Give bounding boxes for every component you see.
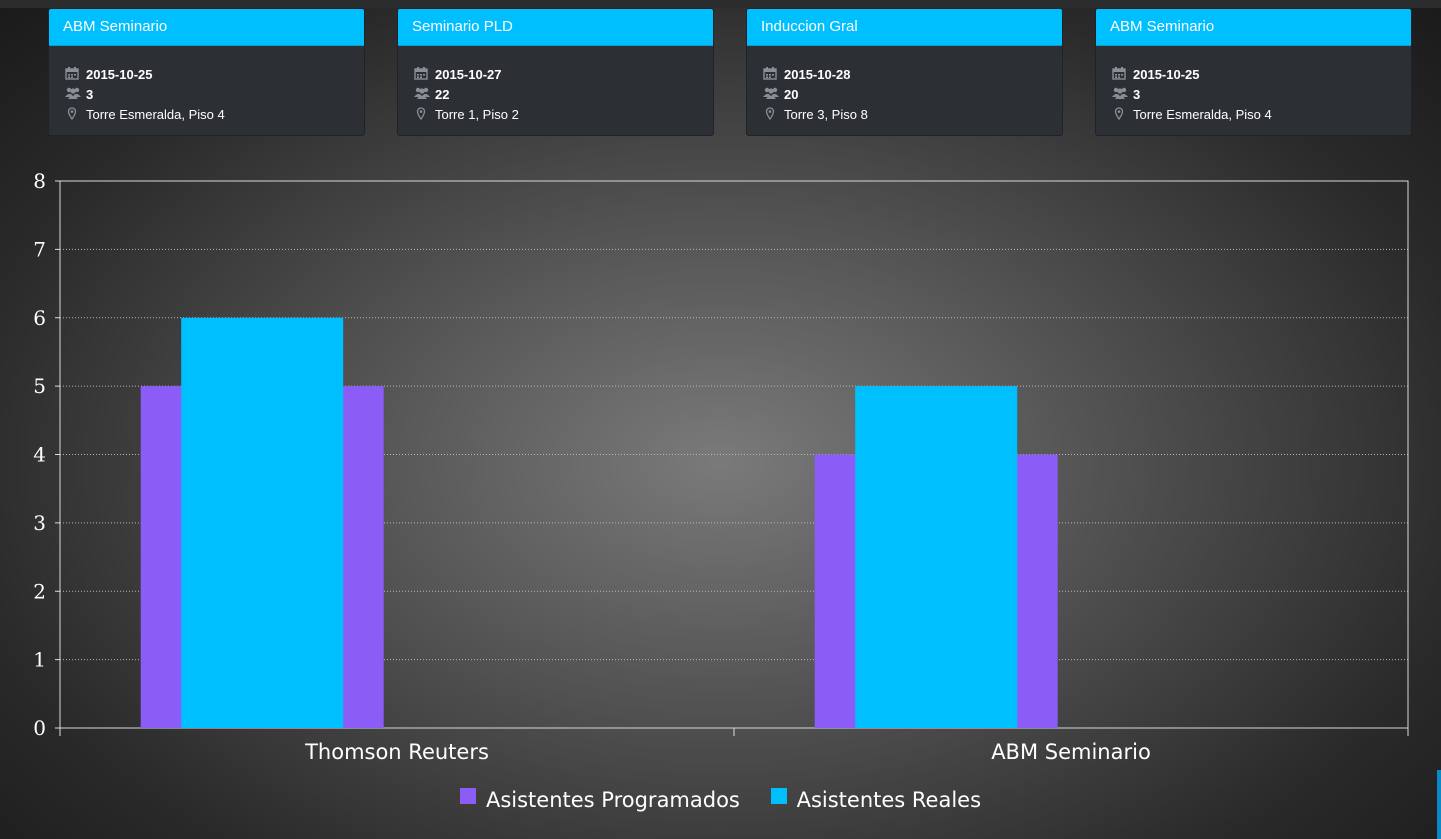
- y-tick-label: 6: [33, 306, 46, 330]
- chart-canvas: 0 1 2 3 4 5 6 7 8 Thomson Reuters ABM Seminario: [33, 172, 1409, 764]
- legend-item-reales[interactable]: Asistentes Reales: [770, 788, 982, 812]
- map-marker-icon: [1112, 107, 1128, 121]
- map-marker-icon: [414, 107, 430, 121]
- y-tick-label: 2: [33, 579, 46, 603]
- window-edge: [1437, 770, 1441, 839]
- event-attendees: 3: [86, 86, 94, 102]
- event-date: 2015-10-28: [784, 66, 851, 82]
- y-tick-label: 1: [33, 648, 46, 672]
- y-tick-label: 5: [33, 374, 46, 398]
- event-card[interactable]: Induccion Gral 2015-10-28 20 Torre 3, Pi…: [746, 8, 1063, 136]
- map-marker-icon: [763, 107, 779, 121]
- event-location-row: Torre Esmeralda, Piso 4: [1112, 104, 1411, 124]
- map-marker-icon: [65, 107, 81, 121]
- users-icon: [414, 87, 430, 101]
- y-tick-label: 4: [33, 443, 46, 467]
- x-category-label: Thomson Reuters: [304, 740, 489, 764]
- event-date-row: 2015-10-25: [65, 64, 364, 84]
- event-location-row: Torre 1, Piso 2: [414, 104, 713, 124]
- event-location: Torre 1, Piso 2: [435, 106, 519, 122]
- legend-label: Asistentes Reales: [796, 788, 982, 812]
- event-card-title[interactable]: Seminario PLD: [398, 9, 713, 46]
- legend-swatch-reales: [770, 788, 787, 804]
- top-frame: [0, 0, 1441, 8]
- event-card-title[interactable]: Induccion Gral: [747, 9, 1062, 46]
- event-date: 2015-10-25: [86, 66, 153, 82]
- users-icon: [1112, 87, 1128, 101]
- event-attendees: 22: [435, 86, 450, 102]
- event-location: Torre Esmeralda, Piso 4: [86, 106, 225, 122]
- bar-reales: [855, 386, 1018, 728]
- event-date-row: 2015-10-28: [763, 64, 1062, 84]
- calendar-icon: [65, 67, 81, 81]
- dashboard-page: ABM Seminario 2015-10-25 3 Torre Esmeral…: [0, 0, 1441, 839]
- calendar-icon: [414, 67, 430, 81]
- event-location-row: Torre Esmeralda, Piso 4: [65, 104, 364, 124]
- event-card[interactable]: Seminario PLD 2015-10-27 22 Torre 1, Pis…: [397, 8, 714, 136]
- event-cards: ABM Seminario 2015-10-25 3 Torre Esmeral…: [0, 8, 1441, 138]
- bar-reales: [181, 317, 344, 728]
- event-card[interactable]: ABM Seminario 2015-10-25 3 Torre Esmeral…: [1095, 8, 1412, 136]
- event-attendees: 3: [1133, 86, 1141, 102]
- event-attendees-row: 3: [65, 84, 364, 104]
- calendar-icon: [763, 67, 779, 81]
- y-tick-label: 8: [33, 172, 46, 193]
- event-location: Torre 3, Piso 8: [784, 106, 868, 122]
- y-tick-label: 0: [33, 716, 46, 740]
- legend-label: Asistentes Programados: [485, 788, 740, 812]
- users-icon: [65, 87, 81, 101]
- y-tick-label: 7: [33, 237, 46, 261]
- event-card-title[interactable]: ABM Seminario: [49, 9, 364, 46]
- legend-item-programados[interactable]: Asistentes Programados: [459, 788, 740, 812]
- chart-legend: Asistentes Programados Asistentes Reales: [22, 788, 1419, 813]
- event-date-row: 2015-10-27: [414, 64, 713, 84]
- calendar-icon: [1112, 67, 1128, 81]
- event-card-title[interactable]: ABM Seminario: [1096, 9, 1411, 46]
- event-location: Torre Esmeralda, Piso 4: [1133, 106, 1272, 122]
- users-icon: [763, 87, 779, 101]
- attendance-chart: 0 1 2 3 4 5 6 7 8 Thomson Reuters ABM Seminario As…: [22, 172, 1419, 834]
- event-date-row: 2015-10-25: [1112, 64, 1411, 84]
- event-attendees-row: 22: [414, 84, 713, 104]
- event-attendees-row: 20: [763, 84, 1062, 104]
- event-attendees-row: 3: [1112, 84, 1411, 104]
- y-tick-label: 3: [33, 511, 46, 535]
- event-date: 2015-10-27: [435, 66, 502, 82]
- event-attendees: 20: [784, 86, 799, 102]
- event-card[interactable]: ABM Seminario 2015-10-25 3 Torre Esmeral…: [48, 8, 365, 136]
- event-location-row: Torre 3, Piso 8: [763, 104, 1062, 124]
- event-date: 2015-10-25: [1133, 66, 1200, 82]
- legend-swatch-programados: [459, 788, 476, 804]
- x-category-label: ABM Seminario: [991, 740, 1151, 764]
